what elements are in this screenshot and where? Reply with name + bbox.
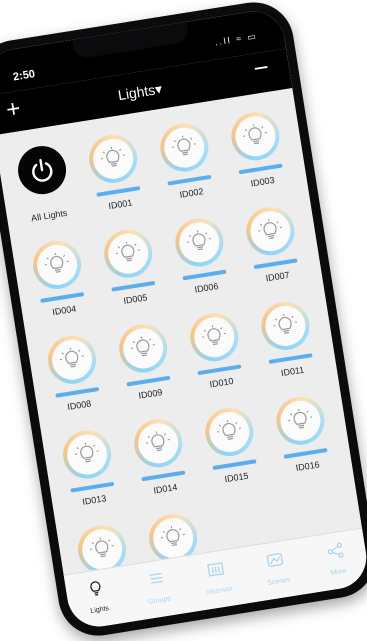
lightbulb-icon-face [248,208,294,254]
light-tile[interactable]: ID003 [219,104,296,201]
light-tile[interactable]: ID008 [36,327,113,424]
lightbulb-icon-face [34,242,80,288]
brightness-bar[interactable] [96,186,140,197]
lightbulb-icon[interactable] [228,109,283,164]
light-label: ID010 [209,376,234,390]
tab-label: Scenes [267,576,291,587]
lightbulb-icon[interactable] [157,120,212,175]
discover-icon [204,558,228,586]
light-label: ID006 [194,281,219,295]
minus-icon[interactable]: − [252,54,271,82]
light-label: ID004 [52,304,77,318]
lightbulb-icon[interactable] [273,393,328,448]
brightness-bar[interactable] [141,470,185,481]
brightness-bar[interactable] [182,270,226,281]
brightness-bar[interactable] [284,448,328,459]
lightbulb-icon[interactable] [187,310,242,365]
app-screen: 2:50 ..ll ≈ ▭ + Lights▾ − All Lights ID0… [0,7,367,631]
groups-icon [145,568,169,596]
light-tile[interactable]: ID016 [264,388,341,485]
brightness-bar[interactable] [212,459,256,470]
all-lights-label: All Lights [30,208,68,224]
status-time: 2:50 [12,68,36,83]
brightness-bar[interactable] [269,353,313,364]
lightbulb-icon-face [263,303,309,349]
lightbulb-icon-face [90,136,136,182]
light-tile[interactable]: ID011 [249,293,326,390]
light-tile[interactable]: ID015 [193,399,270,496]
light-tile[interactable]: ID010 [178,305,255,402]
light-tile[interactable]: ID005 [92,221,169,318]
light-label: ID001 [108,197,133,211]
light-label: ID007 [265,270,290,284]
brightness-bar[interactable] [167,175,211,186]
light-tile[interactable]: ID014 [122,411,199,508]
light-label: ID014 [153,482,178,496]
scenes-icon [264,549,288,577]
tab-label: Lights [90,605,110,615]
lightbulb-icon[interactable] [60,427,115,482]
tab-label: More [330,568,347,577]
lightbulb-icon[interactable] [202,405,257,460]
lightbulb-icon-face [105,231,151,277]
status-indicators: ..ll ≈ ▭ [214,31,259,49]
light-label: ID002 [179,186,204,200]
lightbulb-icon[interactable] [116,321,171,376]
lightbulb-icon[interactable] [101,226,156,281]
brightness-bar[interactable] [126,376,170,387]
lightbulb-icon-face [206,409,252,455]
tab-groups[interactable]: Groups [123,557,191,622]
lightbulb-icon-face [135,420,181,466]
light-label: ID015 [224,471,249,485]
lightbulb-icon[interactable] [131,416,186,471]
brightness-bar[interactable] [40,292,84,303]
light-label: ID003 [250,175,275,189]
lightbulb-icon[interactable] [172,215,227,270]
brightness-bar[interactable] [70,482,114,493]
tab-discover[interactable]: Discover [183,547,251,612]
lightbulb-icon[interactable] [243,204,298,259]
lightbulb-icon[interactable] [258,299,313,354]
light-label: ID009 [138,387,163,401]
lightbulb-icon-face [233,113,279,159]
brightness-bar[interactable] [239,164,283,175]
light-label: ID005 [123,292,148,306]
light-tile[interactable]: ID007 [234,198,311,295]
lightbulb-icon-face [64,432,110,478]
light-tile[interactable]: ID001 [77,126,154,223]
lightbulb-icon-face [120,326,166,372]
brightness-bar[interactable] [197,364,241,375]
lightbulb-icon[interactable] [45,332,100,387]
tab-lights[interactable]: Lights [64,566,132,631]
share-icon [324,540,348,568]
light-tile[interactable]: ID013 [51,422,128,519]
lightbulb-icon [85,577,109,605]
power-icon[interactable] [15,143,70,198]
light-tile[interactable]: ID004 [21,232,98,329]
lightbulb-icon-face [191,314,237,360]
light-tile[interactable]: ID009 [107,316,184,413]
tab-label: Groups [148,595,172,606]
lightbulb-icon-face [49,337,95,383]
light-label: ID011 [280,365,305,379]
phone-frame: 2:50 ..ll ≈ ▭ + Lights▾ − All Lights ID0… [0,0,367,641]
tab-scenes[interactable]: Scenes [243,538,311,603]
light-tile[interactable]: ID002 [148,115,225,212]
all-lights-tile[interactable]: All Lights [6,137,83,234]
light-label: ID013 [82,493,107,507]
light-label: ID008 [67,398,92,412]
brightness-bar[interactable] [55,387,99,398]
brightness-bar[interactable] [254,258,298,269]
brightness-bar[interactable] [111,281,155,292]
tab-label: Discover [205,586,233,597]
light-label: ID016 [295,459,320,473]
light-tile[interactable]: ID006 [163,210,240,307]
tab-more[interactable]: More [302,528,367,593]
lightbulb-icon-face [176,220,222,266]
lightbulb-icon[interactable] [30,237,85,292]
lightbulb-icon-face [278,398,324,444]
lightbulb-icon-face [161,125,207,171]
lightbulb-icon[interactable] [86,131,141,186]
